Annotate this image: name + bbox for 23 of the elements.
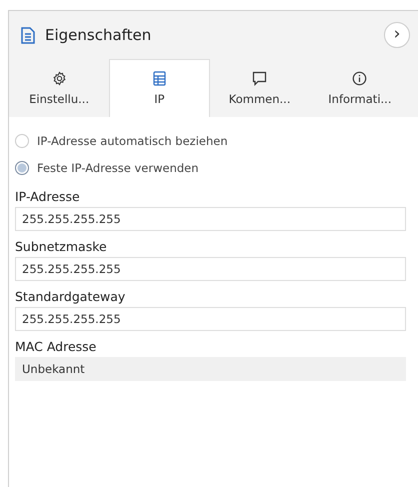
radio-button[interactable] (15, 160, 29, 174)
tab[interactable]: Einstellu... (9, 59, 110, 117)
input-field[interactable]: 255.255.255.255 (15, 307, 406, 331)
field-label: Standardgateway (15, 289, 126, 304)
table-icon (152, 71, 166, 86)
readonly-field[interactable]: Unbekannt (15, 357, 406, 381)
field-label: Subnetzmaske (15, 239, 108, 254)
tab[interactable]: IP (109, 59, 210, 117)
tab[interactable]: Kommen... (210, 59, 310, 117)
input-field[interactable]: 255.255.255.255 (15, 257, 406, 281)
info-icon (352, 71, 368, 86)
tab[interactable]: Informati... (310, 59, 410, 117)
speech-bubble-icon (252, 71, 268, 86)
input-field[interactable]: 255.255.255.255 (15, 207, 406, 231)
gear-icon (52, 71, 67, 86)
radio-label[interactable]: Feste IP-Adresse verwenden (37, 160, 199, 174)
collapse-button[interactable]: › (384, 22, 410, 48)
field-label: MAC Adresse (15, 339, 98, 354)
panel-title: Eigenschaften (45, 26, 152, 44)
radio-button[interactable] (15, 134, 29, 148)
field-label: IP-Adresse (15, 189, 81, 204)
radio-label[interactable]: IP-Adresse automatisch beziehen (37, 134, 228, 148)
document-icon (21, 26, 35, 44)
